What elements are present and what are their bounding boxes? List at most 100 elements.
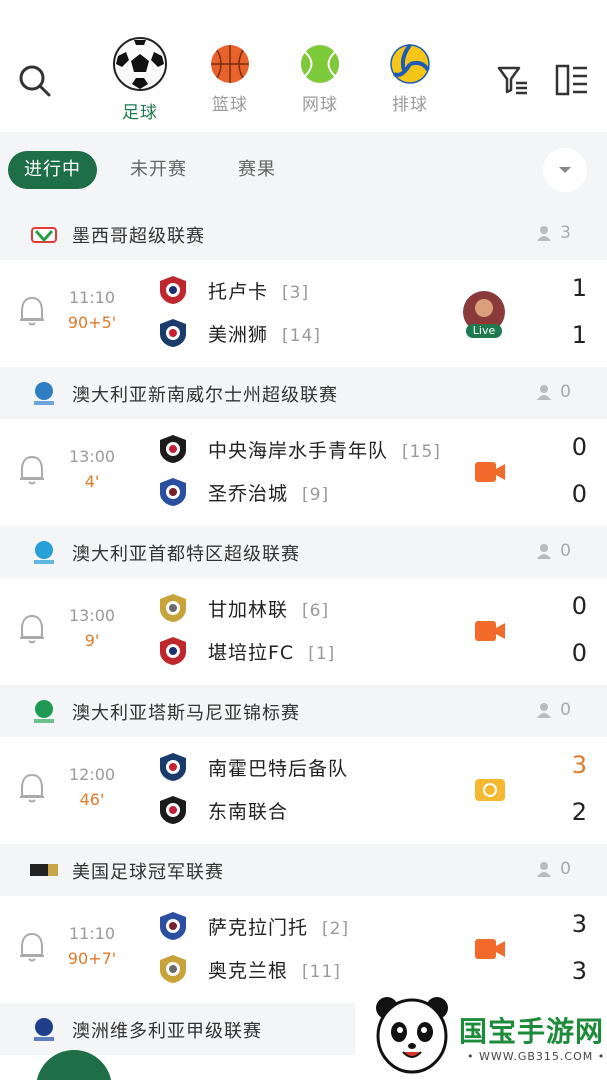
league-logo-icon <box>31 227 57 243</box>
team-rank: [3] <box>282 283 310 303</box>
team-rank: [14] <box>282 326 321 346</box>
animation-tracker-icon[interactable] <box>474 778 506 802</box>
league-name: 墨西哥超级联赛 <box>72 226 205 247</box>
sport-tab-volleyball[interactable]: 排球 <box>370 44 450 115</box>
team-badge-icon <box>160 796 186 824</box>
team-name: 堪培拉FC [1] <box>208 638 335 665</box>
match-row[interactable]: 12:00 46' 南霍巴特后备队 东南联合 3 2 <box>0 737 607 844</box>
follower-count: 0 <box>560 859 571 879</box>
league-name: 澳大利亚新南威尔士州超级联赛 <box>72 385 338 406</box>
team-name: 美洲狮 [14] <box>208 320 321 347</box>
league-name: 美国足球冠军联赛 <box>72 862 224 883</box>
league-name: 澳大利亚首都特区超级联赛 <box>72 544 300 565</box>
video-camera-icon[interactable] <box>474 937 506 961</box>
search-icon[interactable] <box>16 62 52 98</box>
match-minute: 46' <box>79 790 105 809</box>
followers-icon <box>537 226 551 241</box>
league-logo-icon <box>34 541 54 564</box>
sport-label: 网球 <box>302 95 338 115</box>
bell-icon[interactable] <box>18 931 46 963</box>
volleyball-icon <box>390 44 430 84</box>
watermark: 国宝手游网 • WWW.GB315.COM • <box>355 990 607 1080</box>
match-time: 13:00 <box>68 447 116 466</box>
away-score: 3 <box>571 957 587 985</box>
tab-upcoming[interactable]: 未开赛 <box>130 151 187 189</box>
team-name: 奥克兰根 [11] <box>208 956 341 983</box>
sport-tab-tennis[interactable]: 网球 <box>280 44 360 115</box>
followers-icon <box>537 385 551 400</box>
caret-down-icon <box>559 167 571 173</box>
team-name-text: 中央海岸水手青年队 <box>208 440 389 462</box>
team-rank: [1] <box>308 644 336 664</box>
league-logo-icon <box>34 1018 54 1041</box>
sport-tab-soccer[interactable]: 足球 <box>100 36 180 123</box>
match-time: 11:10 <box>68 288 116 307</box>
sport-label: 篮球 <box>212 95 248 115</box>
team-name-text: 托卢卡 <box>208 281 269 303</box>
tab-results[interactable]: 赛果 <box>238 151 276 189</box>
team-badge-icon <box>160 478 186 506</box>
tennis-ball-icon <box>301 45 339 83</box>
team-name-text: 堪培拉FC <box>208 642 295 664</box>
team-name: 中央海岸水手青年队 [15] <box>208 436 441 463</box>
match-row[interactable]: 13:00 9' 甘加林联 [6] 堪培拉FC [1] 0 0 <box>0 578 607 685</box>
league-name: 澳洲维多利亚甲级联赛 <box>72 1021 262 1042</box>
sport-label: 排球 <box>392 95 428 115</box>
video-camera-icon[interactable] <box>474 619 506 643</box>
league-header[interactable]: 美国足球冠军联赛 0 <box>0 844 607 896</box>
match-minute: 4' <box>84 472 100 491</box>
team-name-text: 圣乔治城 <box>208 483 289 505</box>
league-header[interactable]: 墨西哥超级联赛 3 <box>0 208 607 260</box>
follower-count: 3 <box>560 223 571 243</box>
bell-icon[interactable] <box>18 613 46 645</box>
match-row[interactable]: 13:00 4' 中央海岸水手青年队 [15] 圣乔治城 [9] 0 0 <box>0 419 607 526</box>
team-name-text: 南霍巴特后备队 <box>208 758 349 780</box>
away-score: 1 <box>571 321 587 349</box>
expand-dropdown-button[interactable] <box>543 148 587 192</box>
team-rank: [15] <box>402 442 441 462</box>
match-list: 墨西哥超级联赛 3 11:10 90+5' 托卢卡 [3] 美洲狮 [14] Live 1 1 澳大利… <box>0 208 607 1055</box>
team-name-text: 美洲狮 <box>208 324 269 346</box>
team-name-text: 甘加林联 <box>208 599 289 621</box>
watermark-title: 国宝手游网 <box>459 1015 605 1048</box>
team-name: 甘加林联 [6] <box>208 595 329 622</box>
team-name-text: 奥克兰根 <box>208 960 289 982</box>
bell-icon[interactable] <box>18 772 46 804</box>
league-header[interactable]: 澳大利亚新南威尔士州超级联赛 0 <box>0 367 607 419</box>
team-badge-icon <box>160 955 186 983</box>
match-row[interactable]: 11:10 90+7' 萨克拉门托 [2] 奥克兰根 [11] 3 3 <box>0 896 607 1003</box>
layout-toggle-icon[interactable] <box>555 64 589 96</box>
watermark-url: • WWW.GB315.COM • <box>467 1050 606 1063</box>
home-score: 0 <box>571 433 587 461</box>
away-score: 0 <box>571 480 587 508</box>
video-camera-icon[interactable] <box>474 460 506 484</box>
team-name: 东南联合 <box>208 797 288 824</box>
team-rank: [11] <box>302 962 341 982</box>
follower-count: 0 <box>560 541 571 561</box>
league-name: 澳大利亚塔斯马尼亚锦标赛 <box>72 703 300 724</box>
sport-tab-basketball[interactable]: 篮球 <box>190 44 270 115</box>
follower-count: 0 <box>560 700 571 720</box>
league-logo-icon <box>34 700 54 723</box>
team-name-text: 东南联合 <box>208 801 289 823</box>
bell-icon[interactable] <box>18 454 46 486</box>
bell-icon[interactable] <box>18 295 46 327</box>
league-header[interactable]: 澳大利亚首都特区超级联赛 0 <box>0 526 607 578</box>
away-score: 0 <box>571 639 587 667</box>
league-header[interactable]: 澳大利亚塔斯马尼亚锦标赛 0 <box>0 685 607 737</box>
team-badge-icon <box>160 435 186 463</box>
team-name-text: 萨克拉门托 <box>208 917 309 939</box>
sport-selector: 足球 篮球 网球 排球 <box>100 36 460 126</box>
team-name: 南霍巴特后备队 <box>208 754 348 781</box>
team-badge-icon <box>160 912 186 940</box>
team-badge-icon <box>160 594 186 622</box>
team-badge-icon <box>160 276 186 304</box>
filter-icon[interactable] <box>497 64 529 96</box>
home-score: 3 <box>571 910 587 938</box>
match-row[interactable]: 11:10 90+5' 托卢卡 [3] 美洲狮 [14] Live 1 1 <box>0 260 607 367</box>
live-stream-button[interactable]: Live <box>460 290 508 340</box>
followers-icon <box>537 544 551 559</box>
team-rank: [6] <box>302 601 330 621</box>
sport-label: 足球 <box>122 103 158 123</box>
tab-live[interactable]: 进行中 <box>8 151 97 189</box>
